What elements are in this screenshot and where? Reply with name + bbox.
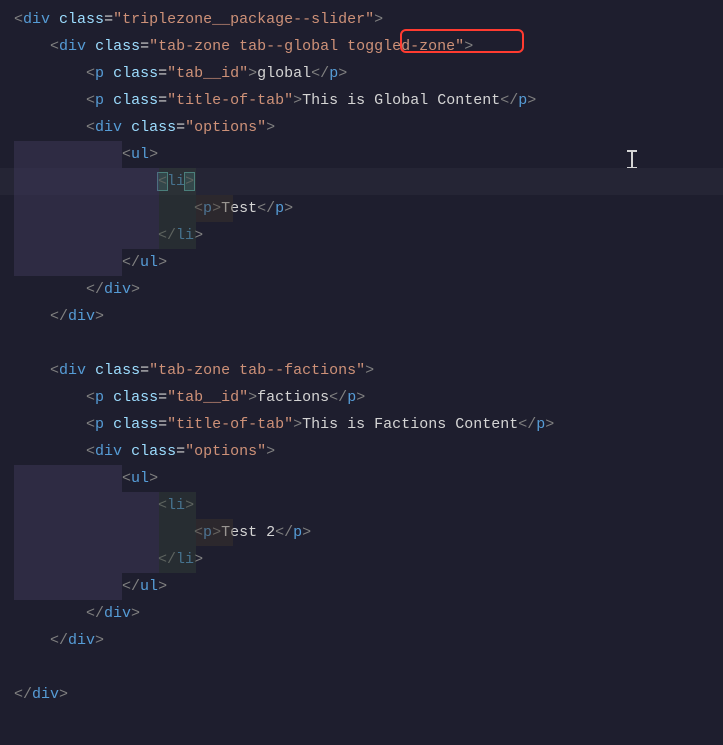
code-line[interactable]: </div> <box>14 303 723 330</box>
code-line[interactable]: </ul> <box>14 249 723 276</box>
code-line[interactable]: <div class="tab-zone tab--factions"> <box>14 357 723 384</box>
code-editor[interactable]: <div class="triplezone__package--slider"… <box>0 0 723 714</box>
code-line[interactable]: </li> <box>14 222 723 249</box>
code-line[interactable]: <p class="title-of-tab">This is Factions… <box>14 411 723 438</box>
code-line[interactable]: <p class="tab__id">factions</p> <box>14 384 723 411</box>
code-line[interactable]: <p>Test 2</p> <box>14 519 723 546</box>
code-line[interactable]: <ul> <box>14 141 723 168</box>
code-line[interactable]: </ul> <box>14 573 723 600</box>
code-line[interactable]: </li> <box>14 546 723 573</box>
code-line[interactable]: <p class="tab__id">global</p> <box>14 60 723 87</box>
code-line[interactable]: <p>Test</p> <box>14 195 723 222</box>
code-line[interactable] <box>14 654 723 681</box>
code-line[interactable]: </div> <box>14 600 723 627</box>
code-line[interactable]: <li> <box>14 168 723 195</box>
code-line[interactable]: <div class="options"> <box>14 114 723 141</box>
code-line[interactable]: </div> <box>14 627 723 654</box>
code-line[interactable]: <div class="tab-zone tab--global toggled… <box>14 33 723 60</box>
code-line[interactable]: </div> <box>14 681 723 708</box>
code-line[interactable]: <div class="options"> <box>14 438 723 465</box>
highlighted-class-name: toggled-zone <box>347 38 455 55</box>
code-line[interactable] <box>14 330 723 357</box>
code-line[interactable]: <ul> <box>14 465 723 492</box>
code-line[interactable]: <div class="triplezone__package--slider"… <box>14 6 723 33</box>
code-line[interactable]: <li> <box>14 492 723 519</box>
code-line[interactable]: </div> <box>14 276 723 303</box>
code-line[interactable]: <p class="title-of-tab">This is Global C… <box>14 87 723 114</box>
